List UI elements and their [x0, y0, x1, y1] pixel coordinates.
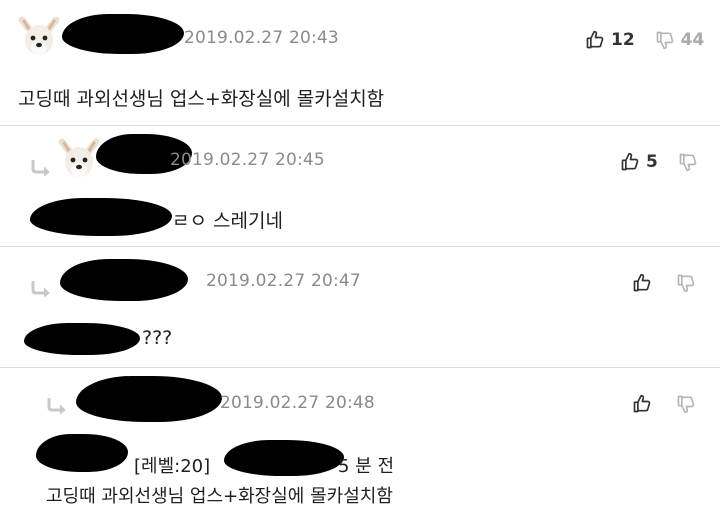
redacted-username [62, 14, 184, 54]
thumbs-up-icon[interactable] [620, 152, 640, 172]
reply-arrow-icon [46, 398, 68, 414]
thumbs-down-icon[interactable] [676, 394, 696, 414]
thumbs-down-icon[interactable] [676, 273, 696, 293]
redacted-meta [224, 440, 344, 476]
vote-group [632, 273, 696, 293]
redacted-avatar-username [76, 376, 222, 422]
comment-timestamp: 2019.02.27 20:45 [170, 150, 325, 170]
redacted-username [24, 323, 140, 355]
comment-item: 2019.02.27 20:43 12 44 고딩때 과외선생님 업스+화장실에… [0, 0, 720, 125]
vote-group: 12 44 [585, 30, 704, 50]
thumbs-down-icon[interactable] [655, 30, 675, 50]
comment-text: ㄹㅇ 스레기네 [172, 210, 283, 232]
reply-item: 2019.02.27 20:47 ??? [0, 247, 720, 367]
vote-group: 5 [620, 152, 698, 172]
comment-timestamp: 2019.02.27 20:48 [220, 393, 375, 413]
redacted-avatar-username [60, 259, 188, 301]
reply-arrow-icon [30, 281, 52, 297]
upvote-count: 12 [611, 30, 635, 50]
comment-text: ??? [142, 327, 173, 349]
quote-level: [레벨:20] [134, 456, 211, 477]
reply-arrow-icon [30, 160, 52, 176]
downvote-count: 44 [680, 30, 705, 50]
upvote-count: 5 [646, 152, 658, 172]
avatar[interactable] [56, 136, 102, 182]
vote-group [632, 394, 696, 414]
thumbs-up-icon[interactable] [585, 30, 605, 50]
avatar[interactable] [16, 14, 62, 60]
quote-time: 5 분 전 [338, 456, 395, 477]
reply-item: 2019.02.27 20:48 [레벨:20] 5 분 전 고딩때 과외선생님… [0, 368, 720, 508]
comment-text: 고딩때 과외선생님 업스+화장실에 몰카설치함 [18, 88, 385, 110]
reply-item: 2019.02.27 20:45 5 ㄹㅇ 스레기네 [0, 126, 720, 246]
redacted-text [30, 198, 172, 236]
comment-timestamp: 2019.02.27 20:47 [206, 271, 361, 291]
thumbs-up-icon[interactable] [632, 394, 652, 414]
thumbs-down-icon[interactable] [678, 152, 698, 172]
quote-text: 고딩때 과외선생님 업스+화장실에 몰카설치함 [46, 486, 393, 507]
thumbs-up-icon[interactable] [632, 273, 652, 293]
redacted-username [36, 434, 128, 472]
comment-timestamp: 2019.02.27 20:43 [184, 28, 339, 48]
